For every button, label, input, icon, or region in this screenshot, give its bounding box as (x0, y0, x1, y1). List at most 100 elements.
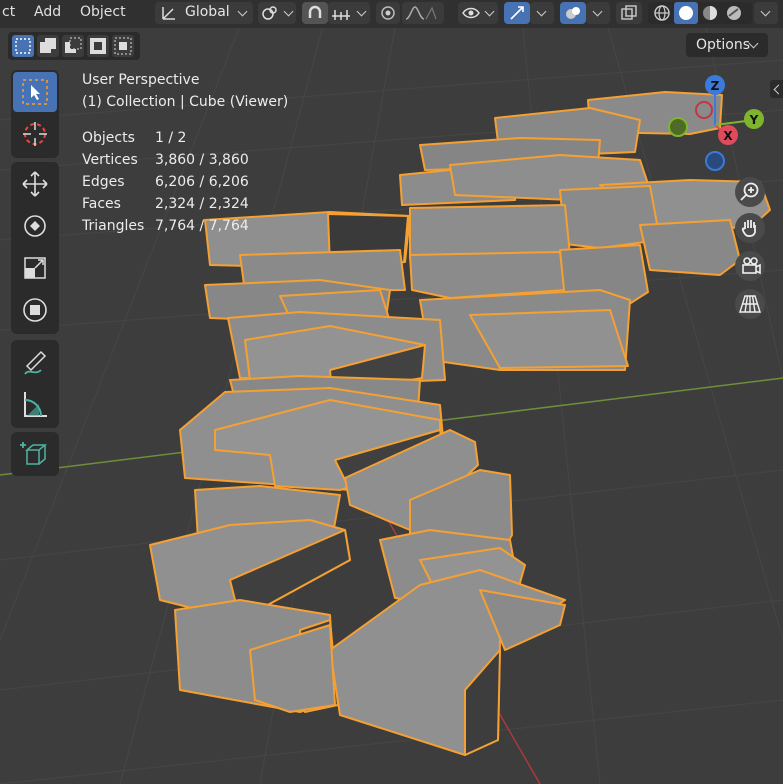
ruler-icon (24, 392, 47, 417)
eye-icon (462, 7, 480, 19)
tool-cursor[interactable] (13, 114, 57, 154)
gizmo-neg-y-icon[interactable] (668, 117, 688, 137)
navigation-gizmo[interactable]: Z Y X (660, 70, 770, 180)
chevron-down-icon (760, 6, 771, 17)
cube-mesh[interactable] (149, 91, 771, 756)
menu-object[interactable]: Object (72, 4, 134, 20)
select-subtract-icon (65, 37, 82, 53)
stat-faces-value: 2,324 / 2,324 (155, 196, 249, 212)
stat-objects-label: Objects (82, 130, 135, 146)
pivot-icon (262, 6, 277, 20)
falloff-curve-icon (405, 6, 437, 20)
chevron-left-icon (773, 84, 783, 95)
xray-icon (621, 5, 637, 20)
orientation-axes-icon (162, 7, 175, 20)
material-sphere-icon (703, 6, 717, 20)
pan-button[interactable] (735, 213, 765, 243)
overlay-circles-icon (566, 7, 580, 19)
material-shading-button[interactable] (698, 2, 722, 24)
tool-rotate[interactable] (13, 206, 57, 246)
camera-view-button[interactable] (735, 251, 765, 281)
wireframe-shading-button[interactable] (650, 2, 674, 24)
zoom-icon (740, 182, 759, 201)
gizmo-dropdown[interactable] (530, 2, 554, 24)
tool-measure[interactable] (13, 384, 57, 424)
cursor-arrow-icon (22, 79, 48, 105)
shading-mode-group (648, 2, 752, 24)
stat-vertices-value: 3,860 / 3,860 (155, 152, 249, 168)
tool-move[interactable] (13, 164, 57, 204)
select-new-icon (15, 38, 31, 54)
view-name-label: User Perspective (82, 72, 200, 88)
select-invert-button[interactable] (87, 35, 109, 57)
tool-scale[interactable] (13, 248, 57, 288)
chevron-down-icon (356, 6, 367, 17)
chevron-down-icon (237, 6, 248, 17)
overlays-toggle[interactable] (560, 2, 586, 24)
pivot-point-dropdown[interactable] (258, 2, 296, 24)
3d-cursor-icon (23, 122, 47, 146)
add-cube-icon (20, 442, 48, 465)
select-box-new-button[interactable] (12, 35, 34, 57)
select-intersect-button[interactable] (112, 35, 134, 57)
perspective-toggle-button[interactable] (735, 289, 765, 319)
gizmo-toggle[interactable] (504, 2, 530, 24)
options-label: Options (696, 37, 751, 53)
select-extend-icon (40, 38, 56, 53)
tool-select-box[interactable] (13, 72, 57, 112)
falloff-dropdown[interactable] (402, 2, 444, 24)
selection-mode-bar (8, 32, 140, 60)
snap-increment-icon (332, 10, 350, 20)
tool-add-cube[interactable] (13, 434, 57, 474)
snap-target-dropdown[interactable] (328, 2, 370, 24)
object-visibility-dropdown[interactable] (458, 2, 498, 24)
hand-icon (741, 220, 756, 237)
select-invert-icon (90, 38, 106, 54)
magnet-icon (308, 5, 322, 18)
orientation-label: Global (185, 4, 230, 20)
viewport-header: ct Add Object Global (0, 0, 783, 28)
toolbar-select-group (11, 70, 59, 158)
pencil-icon (24, 350, 47, 375)
tool-annotate[interactable] (13, 342, 57, 382)
solid-shading-button[interactable] (674, 2, 698, 24)
toolbar-annotate-group (11, 340, 59, 428)
wireframe-sphere-icon (654, 5, 670, 21)
proportional-edit-toggle[interactable] (376, 2, 400, 24)
zoom-button[interactable] (735, 177, 765, 207)
transform-icon (23, 298, 47, 322)
stat-faces-label: Faces (82, 196, 121, 212)
xray-toggle[interactable] (616, 2, 642, 24)
chevron-down-icon (536, 6, 547, 17)
options-dropdown[interactable]: Options (686, 33, 768, 57)
camera-icon (742, 257, 761, 275)
solid-sphere-icon (679, 6, 693, 20)
stat-triangles-value: 7,764 / 7,764 (155, 218, 249, 234)
scale-icon (24, 257, 46, 279)
gizmo-neg-x-icon[interactable] (695, 101, 713, 119)
tool-transform[interactable] (13, 290, 57, 330)
shading-dropdown[interactable] (754, 2, 778, 24)
menu-add[interactable]: Add (26, 4, 69, 20)
gizmo-y-label: Y (749, 113, 759, 127)
stat-edges-label: Edges (82, 174, 125, 190)
chevron-down-icon (748, 38, 759, 49)
rendered-shading-button[interactable] (722, 2, 746, 24)
transform-orientation-dropdown[interactable]: Global (155, 2, 253, 24)
chevron-down-icon (592, 6, 603, 17)
chevron-down-icon (484, 6, 495, 17)
stat-edges-value: 6,206 / 6,206 (155, 174, 249, 190)
select-extend-button[interactable] (37, 35, 59, 57)
gizmo-neg-z-icon[interactable] (705, 151, 725, 171)
overlays-dropdown[interactable] (586, 2, 610, 24)
gizmo-x-label: X (723, 129, 733, 143)
rendered-sphere-icon (727, 6, 741, 20)
menu-select[interactable]: ct (0, 4, 23, 20)
chevron-down-icon (283, 6, 294, 17)
toolbar-add-group (11, 432, 59, 476)
rotate-icon (24, 215, 46, 237)
snap-toggle[interactable] (302, 2, 328, 24)
select-subtract-button[interactable] (62, 35, 84, 57)
stat-triangles-label: Triangles (82, 218, 145, 234)
sidebar-toggle[interactable] (770, 80, 783, 98)
